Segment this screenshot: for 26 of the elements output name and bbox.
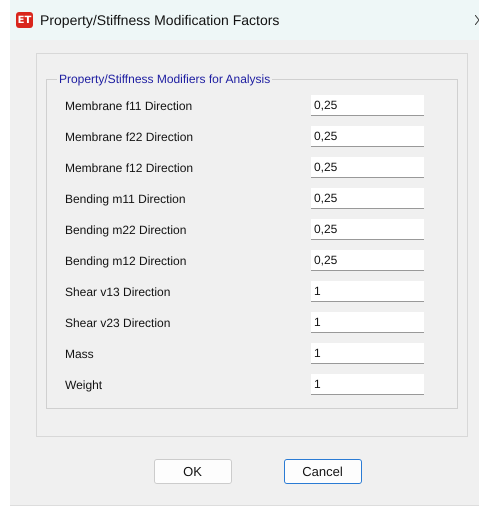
input-field[interactable]: 0,25 bbox=[311, 250, 424, 271]
field-label: Bending m11 Direction bbox=[65, 192, 187, 206]
input-field[interactable]: 1 bbox=[311, 374, 424, 395]
input-field[interactable]: 0,25 bbox=[311, 157, 424, 178]
input-field[interactable]: 0,25 bbox=[311, 126, 424, 147]
close-icon[interactable] bbox=[475, 15, 479, 25]
field-label: Shear v13 Direction bbox=[65, 284, 172, 298]
field-label: Membrane f11 Direction bbox=[65, 98, 194, 112]
field-label: Membrane f22 Direction bbox=[65, 130, 194, 144]
field-label: Shear v23 Direction bbox=[65, 316, 172, 330]
group-title: Property/Stiffness Modifiers for Analysis bbox=[58, 72, 272, 86]
window-title: Property/Stiffness Modification Factors bbox=[40, 12, 280, 28]
cancel-button[interactable]: Cancel bbox=[284, 459, 362, 484]
field-label: Bending m12 Direction bbox=[65, 254, 188, 268]
field-label: Mass bbox=[65, 346, 95, 360]
input-field[interactable]: 0,25 bbox=[311, 219, 424, 240]
input-field[interactable]: 1 bbox=[311, 343, 424, 364]
app-badge: ET bbox=[16, 12, 33, 28]
field-label: Membrane f12 Direction bbox=[65, 160, 194, 174]
field-label: Bending m22 Direction bbox=[65, 222, 188, 236]
input-field[interactable]: 1 bbox=[311, 312, 424, 333]
input-field[interactable]: 0,25 bbox=[311, 95, 424, 116]
field-label: Weight bbox=[65, 378, 104, 392]
input-field[interactable]: 0,25 bbox=[311, 188, 424, 209]
ok-button[interactable]: OK bbox=[154, 459, 232, 484]
input-field[interactable]: 1 bbox=[311, 281, 424, 302]
